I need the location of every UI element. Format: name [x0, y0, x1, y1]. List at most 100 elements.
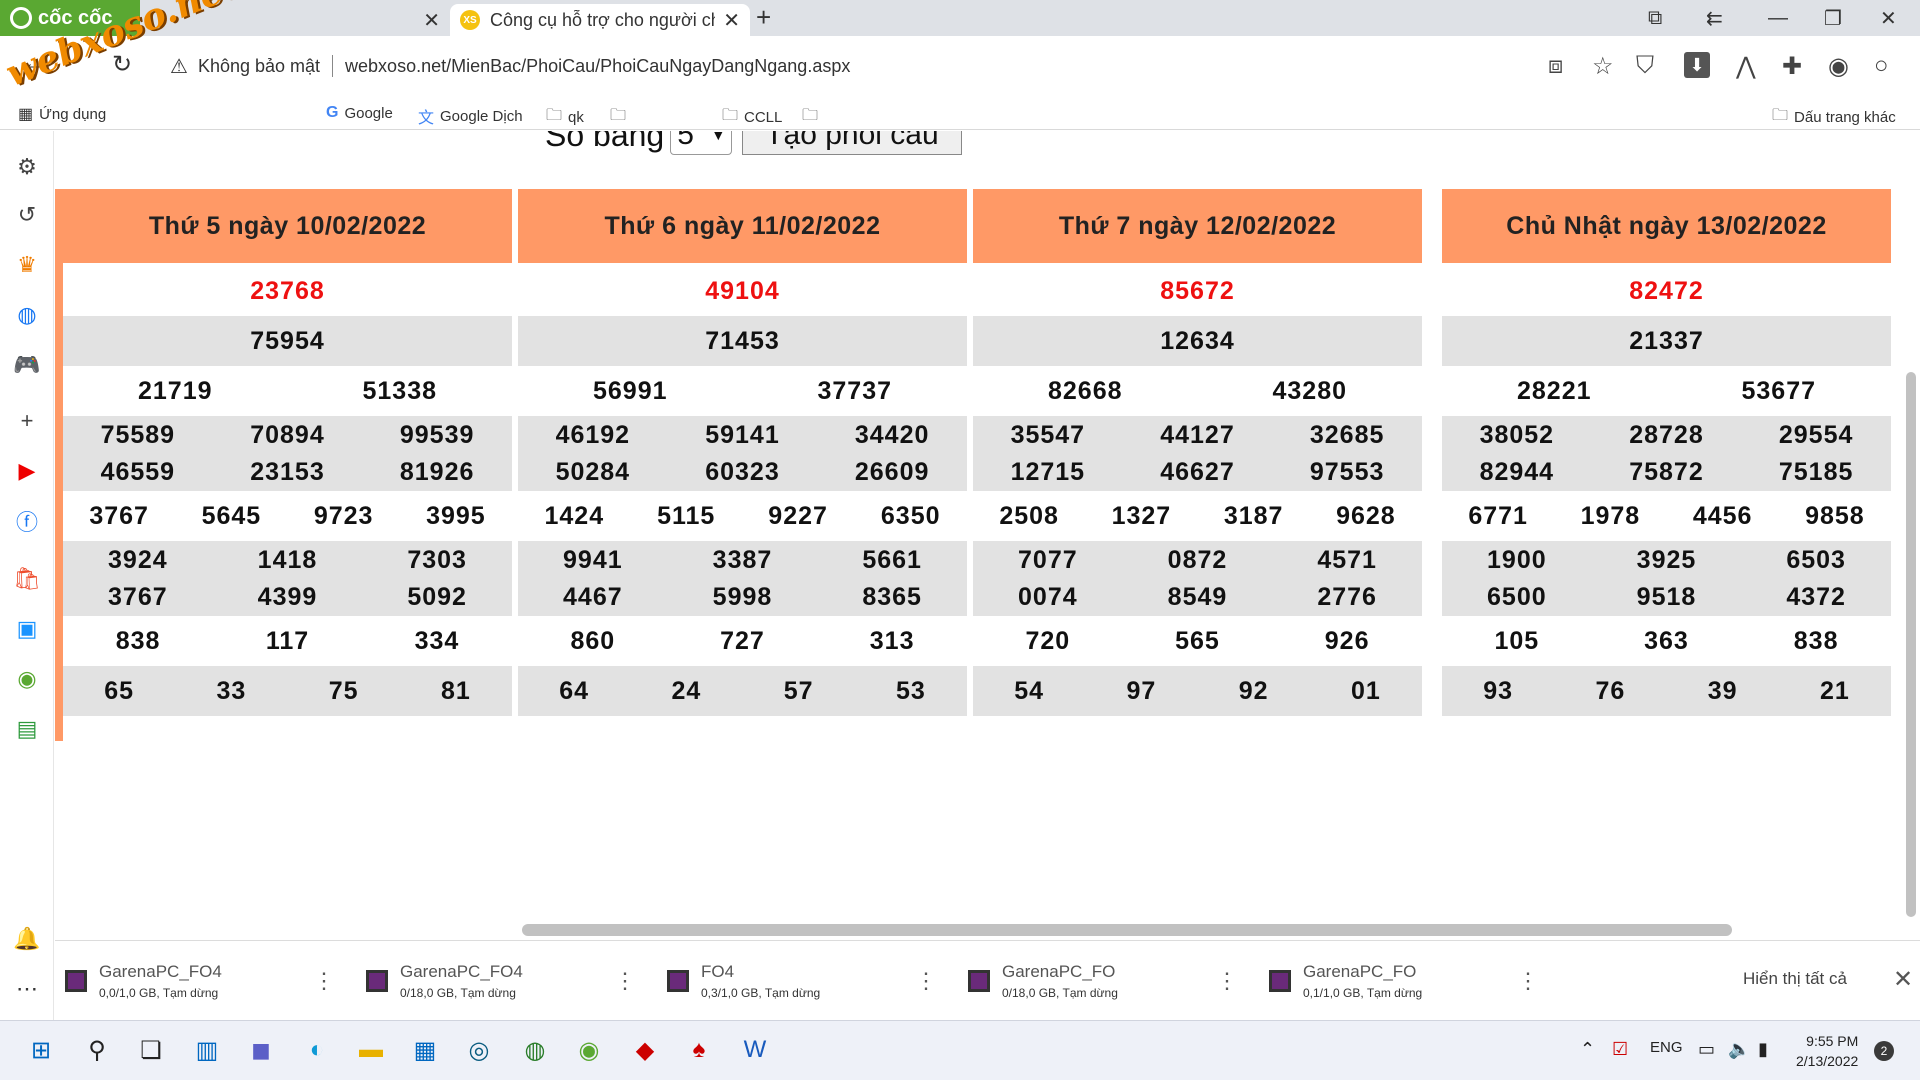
omnibox[interactable]: ⚠ Không bảo mật webxoso.net/MienBac/Phoi… — [160, 46, 1530, 86]
result-number: 28221 — [1516, 376, 1592, 405]
result-number: 3767 — [89, 501, 149, 530]
dell-icon[interactable]: ◎ — [462, 1033, 496, 1067]
profile-icon[interactable]: ◉ — [1828, 52, 1849, 81]
result-number: 4571 — [1317, 545, 1377, 574]
earth-icon[interactable]: ◍ — [518, 1033, 552, 1067]
tiki-icon[interactable]: ▣ — [13, 615, 41, 643]
result-row: 12715 46627 97553 — [973, 454, 1422, 491]
close-shelf-icon[interactable]: ✕ — [1893, 965, 1913, 994]
minimize-icon[interactable]: — — [1768, 0, 1788, 36]
savior-icon[interactable]: ⋀ — [1736, 52, 1756, 81]
back-forward-cache-icon[interactable]: ⇇ — [1706, 0, 1723, 36]
bookmark-google-translate[interactable]: 文 Google Dịch — [418, 104, 523, 128]
add-icon[interactable]: + — [13, 407, 41, 435]
extensions-icon[interactable]: ✚ — [1782, 52, 1802, 81]
network-icon[interactable]: ▭ — [1698, 1039, 1715, 1060]
result-number: 720 — [1025, 626, 1071, 655]
download-item[interactable]: GarenaPC_FO4 0,0/1,0 GB, Tạm dừng ⋮ — [55, 953, 355, 1009]
start-icon[interactable]: ⊞ — [24, 1033, 58, 1067]
share-icon[interactable]: ⧈ — [1548, 52, 1563, 80]
game-controller-icon[interactable]: 🎮 — [13, 351, 41, 379]
battery-icon[interactable]: ▮ — [1758, 1039, 1768, 1060]
result-number: 2776 — [1317, 583, 1377, 611]
shield-icon[interactable]: ⛉ — [1636, 52, 1654, 80]
download-item[interactable]: GarenaPC_FO4 0/18,0 GB, Tạm dừng ⋮ — [356, 953, 656, 1009]
messenger-icon[interactable]: ◍ — [13, 301, 41, 329]
download-more-icon[interactable]: ⋮ — [915, 968, 937, 994]
url-text[interactable]: webxoso.net/MienBac/PhoiCau/PhoiCauNgayD… — [345, 56, 850, 77]
close-window-icon[interactable]: ✕ — [1880, 0, 1897, 36]
bookmark-folder-ccll[interactable]: 🗀 CCLL — [722, 104, 782, 131]
bookmark-folder[interactable]: 🗀 — [610, 104, 632, 131]
vertical-scrollbar[interactable] — [1906, 372, 1916, 917]
store-icon[interactable]: ▦ — [408, 1033, 442, 1067]
bookmark-google[interactable]: G Google — [326, 104, 393, 122]
download-item[interactable]: GarenaPC_FO 0/18,0 GB, Tạm dừng ⋮ — [958, 953, 1258, 1009]
garena-icon[interactable]: ◆ — [628, 1033, 662, 1067]
task-view-icon[interactable]: ❏ — [134, 1033, 168, 1067]
history-icon[interactable]: ↺ — [13, 201, 41, 229]
volume-icon[interactable]: 🔈 — [1728, 1039, 1750, 1060]
download-more-icon[interactable]: ⋮ — [614, 968, 636, 994]
download-item[interactable]: GarenaPC_FO 0,1/1,0 GB, Tạm dừng ⋮ — [1259, 953, 1559, 1009]
download-item[interactable]: FO4 0,3/1,0 GB, Tạm dừng ⋮ — [657, 953, 957, 1009]
notification-count-badge[interactable]: 2 — [1874, 1041, 1894, 1061]
bookmark-other[interactable]: 🗀 Dấu trang khác — [1772, 104, 1896, 131]
result-row: 71453 — [518, 316, 967, 366]
menu-icon[interactable]: ○ — [1874, 52, 1889, 80]
shopee-icon[interactable]: 🛍 — [13, 565, 41, 593]
facebook-icon[interactable]: ⓕ — [13, 507, 41, 535]
tab-search-icon[interactable]: ⧉ — [1648, 0, 1662, 36]
folder-icon: 🗀 — [722, 107, 739, 124]
widgets-icon[interactable]: ▥ — [190, 1033, 224, 1067]
security-label[interactable]: Không bảo mật — [198, 56, 320, 77]
star-icon[interactable]: ☆ — [1592, 52, 1614, 81]
settings-icon[interactable]: ⚙ — [13, 153, 41, 181]
notification-bell-icon[interactable]: 🔔 — [13, 925, 41, 953]
warning-icon[interactable]: ⚠ — [170, 54, 188, 79]
result-row: 7077 0872 4571 — [973, 541, 1422, 579]
show-all-downloads-link[interactable]: Hiển thị tất cả — [1743, 969, 1847, 989]
coccoc-map-icon[interactable]: ◉ — [13, 665, 41, 693]
bookmark-apps[interactable]: ▦ Ứng dụng — [18, 104, 106, 124]
tab-close-icon[interactable]: ✕ — [423, 8, 440, 33]
board-count-select[interactable]: 5 ▼ — [670, 131, 733, 155]
sheet-icon[interactable]: ▤ — [13, 715, 41, 743]
chat-icon[interactable]: ◼ — [244, 1033, 278, 1067]
youtube-icon[interactable]: ▶ — [13, 457, 41, 485]
result-row: 82668 43280 — [973, 366, 1422, 416]
download-more-icon[interactable]: ⋮ — [1216, 968, 1238, 994]
word-icon[interactable]: W — [738, 1033, 772, 1067]
bookmark-label: Google — [344, 104, 393, 122]
horizontal-scrollbar[interactable] — [522, 924, 1732, 936]
download-more-icon[interactable]: ⋮ — [313, 968, 335, 994]
bookmark-folder-qk[interactable]: 🗀 qk — [546, 104, 584, 131]
download-icon[interactable]: ⬇ — [1684, 52, 1710, 78]
download-filename: FO4 — [701, 962, 735, 981]
download-status: 0,0/1,0 GB, Tạm dừng — [99, 986, 219, 1000]
tray-chevron-icon[interactable]: ⌃ — [1580, 1039, 1595, 1060]
poker-icon[interactable]: ♠ — [682, 1033, 716, 1067]
coccoc-taskbar-icon[interactable]: ◉ — [572, 1033, 606, 1067]
more-options-icon[interactable]: ⋯ — [13, 975, 41, 1003]
tab-active[interactable]: XS Công cụ hỗ trợ cho người ch ✕ — [450, 4, 750, 36]
new-tab-icon[interactable]: + — [756, 2, 771, 33]
generate-button[interactable]: Tạo phôi cầu — [742, 131, 962, 155]
bookmark-folder[interactable]: 🗀 — [802, 104, 824, 131]
clock[interactable]: 9:55 PM 2/13/2022 — [1796, 1031, 1858, 1071]
result-number: 37737 — [817, 376, 893, 405]
language-indicator[interactable]: ENG — [1650, 1039, 1683, 1056]
edge-icon[interactable]: ◐ — [300, 1033, 334, 1067]
file-explorer-icon[interactable]: ▬ — [354, 1033, 388, 1067]
maximize-icon[interactable]: ❐ — [1824, 0, 1842, 36]
antivirus-icon[interactable]: ☑ — [1612, 1039, 1628, 1060]
crown-icon[interactable]: ♛ — [13, 251, 41, 279]
search-icon[interactable]: ⚲ — [80, 1033, 114, 1067]
result-row: 82472 — [1442, 266, 1891, 316]
result-number: 81 — [440, 676, 471, 705]
download-more-icon[interactable]: ⋮ — [1517, 968, 1539, 994]
result-number: 8365 — [862, 583, 922, 611]
tab-close-icon[interactable]: ✕ — [723, 8, 740, 33]
lottery-board: Thứ 7 ngày 12/02/2022 85672 12634 82668 4328… — [973, 189, 1422, 716]
result-row: 3924 1418 7303 — [63, 541, 512, 579]
